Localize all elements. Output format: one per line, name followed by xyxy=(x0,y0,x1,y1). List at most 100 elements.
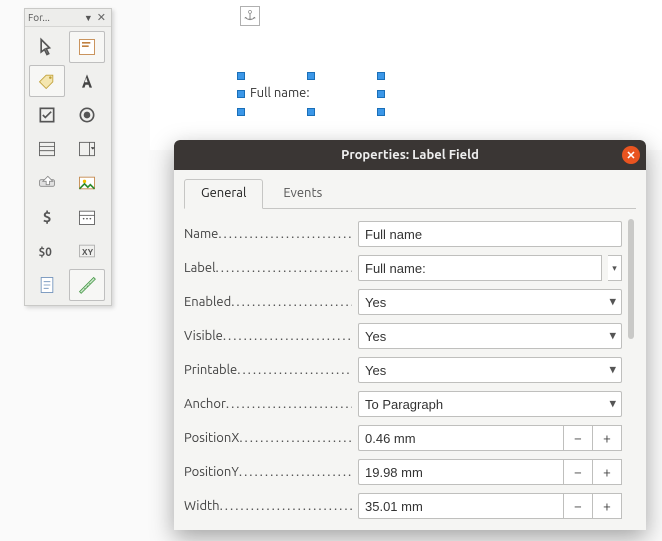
properties-list: Name....................................… xyxy=(184,217,628,522)
pointer-icon xyxy=(37,37,57,57)
checkbox-tool[interactable] xyxy=(29,99,65,131)
width-input[interactable] xyxy=(358,493,564,519)
svg-text:XY: XY xyxy=(82,247,94,257)
minus-icon: − xyxy=(574,498,582,514)
posx-input[interactable] xyxy=(358,425,564,451)
canvas-area[interactable] xyxy=(150,0,662,150)
label-tool[interactable] xyxy=(29,65,65,97)
calendar-icon xyxy=(77,207,97,227)
prop-label: PositionX xyxy=(184,431,239,445)
properties-scrollbar[interactable] xyxy=(628,219,636,520)
more-tools[interactable] xyxy=(29,269,65,301)
dollar-icon: $ xyxy=(37,207,57,227)
combo-icon xyxy=(77,139,97,159)
tab-events[interactable]: Events xyxy=(266,179,339,209)
combo-tool[interactable] xyxy=(69,133,105,165)
letter-a-icon xyxy=(77,71,97,91)
prop-row-enabled: Enabled.................................… xyxy=(184,285,628,319)
minus-icon: − xyxy=(574,464,582,480)
selection-handle[interactable] xyxy=(377,108,385,116)
form-design-tool[interactable] xyxy=(69,31,105,63)
svg-text:$0: $0 xyxy=(39,246,53,259)
prop-label: Printable xyxy=(184,363,237,377)
label-expand-button[interactable]: ▾ xyxy=(608,255,622,281)
checkbox-icon xyxy=(37,105,57,125)
prop-row-anchor: Anchor..................................… xyxy=(184,387,628,421)
plus-icon: + xyxy=(603,430,611,446)
ruler-tool[interactable] xyxy=(69,269,105,301)
selection-handle[interactable] xyxy=(377,72,385,80)
dialog-body: Name....................................… xyxy=(184,208,636,530)
date-tool[interactable] xyxy=(69,201,105,233)
close-icon: ✕ xyxy=(626,149,635,162)
push-button-tool[interactable] xyxy=(29,167,65,199)
dollar-zero-icon: $0 xyxy=(37,241,57,261)
prop-label: Enabled xyxy=(184,295,231,309)
plus-icon: + xyxy=(603,464,611,480)
dialog-tabs: General Events xyxy=(174,170,646,208)
image-tool[interactable] xyxy=(69,167,105,199)
xy-icon: XY xyxy=(77,241,97,261)
button-icon xyxy=(37,173,57,193)
minus-icon: − xyxy=(574,430,582,446)
plus-icon: + xyxy=(603,498,611,514)
numeric-tool[interactable]: $0 xyxy=(29,235,65,267)
form-icon xyxy=(77,37,97,57)
text-tool[interactable] xyxy=(69,65,105,97)
prop-row-width: Width...................................… xyxy=(184,489,628,522)
formatted-tool[interactable]: XY xyxy=(69,235,105,267)
svg-text:$: $ xyxy=(43,208,51,225)
document-icon xyxy=(37,275,57,295)
prop-label: Name xyxy=(184,227,218,241)
posx-increment[interactable]: + xyxy=(592,425,622,451)
toolbox-menu-caret-icon[interactable]: ▼ xyxy=(84,13,93,23)
posy-input[interactable] xyxy=(358,459,564,485)
selection-handle[interactable] xyxy=(307,108,315,116)
anchor-select[interactable] xyxy=(358,391,622,417)
prop-label: Width xyxy=(184,499,220,513)
tag-icon xyxy=(37,71,57,91)
radio-tool[interactable] xyxy=(69,99,105,131)
chevron-down-icon: ▾ xyxy=(612,263,617,274)
list-tool[interactable] xyxy=(29,133,65,165)
prop-label: PositionY xyxy=(184,465,239,479)
enabled-select[interactable] xyxy=(358,289,622,315)
picture-icon xyxy=(77,173,97,193)
width-decrement[interactable]: − xyxy=(563,493,593,519)
dialog-title: Properties: Label Field xyxy=(341,148,479,162)
visible-select[interactable] xyxy=(358,323,622,349)
label-input[interactable] xyxy=(358,255,602,281)
posx-decrement[interactable]: − xyxy=(563,425,593,451)
currency-tool[interactable]: $ xyxy=(29,201,65,233)
prop-label: Label xyxy=(184,261,216,275)
anchor-marker xyxy=(240,6,260,26)
toolbox-header[interactable]: For... ▼ ✕ xyxy=(25,9,111,27)
selection-handle[interactable] xyxy=(377,90,385,98)
dialog-close-button[interactable]: ✕ xyxy=(622,146,640,164)
prop-label: Visible xyxy=(184,329,223,343)
prop-row-visible: Visible.................................… xyxy=(184,319,628,353)
toolbox-close-icon[interactable]: ✕ xyxy=(95,11,108,24)
selection-handle[interactable] xyxy=(237,108,245,116)
toolbox-title: For... xyxy=(28,12,82,23)
selection-handle[interactable] xyxy=(237,90,245,98)
form-controls-toolbox: For... ▼ ✕ xyxy=(24,8,112,306)
prop-row-name: Name....................................… xyxy=(184,217,628,251)
posy-increment[interactable]: + xyxy=(592,459,622,485)
selection-handle[interactable] xyxy=(307,72,315,80)
select-tool[interactable] xyxy=(29,31,65,63)
dialog-titlebar[interactable]: Properties: Label Field ✕ xyxy=(174,140,646,170)
anchor-icon xyxy=(243,9,257,23)
prop-label: Anchor xyxy=(184,397,226,411)
radio-icon xyxy=(77,105,97,125)
properties-dialog: Properties: Label Field ✕ General Events… xyxy=(174,140,646,530)
toolbox-grid: $ $0 XY xyxy=(25,27,111,305)
scroll-thumb[interactable] xyxy=(628,219,634,339)
name-input[interactable] xyxy=(358,221,622,247)
selected-label-text[interactable]: Full name: xyxy=(250,86,310,100)
printable-select[interactable] xyxy=(358,357,622,383)
selection-handle[interactable] xyxy=(237,72,245,80)
posy-decrement[interactable]: − xyxy=(563,459,593,485)
width-increment[interactable]: + xyxy=(592,493,622,519)
tab-general[interactable]: General xyxy=(184,179,263,209)
